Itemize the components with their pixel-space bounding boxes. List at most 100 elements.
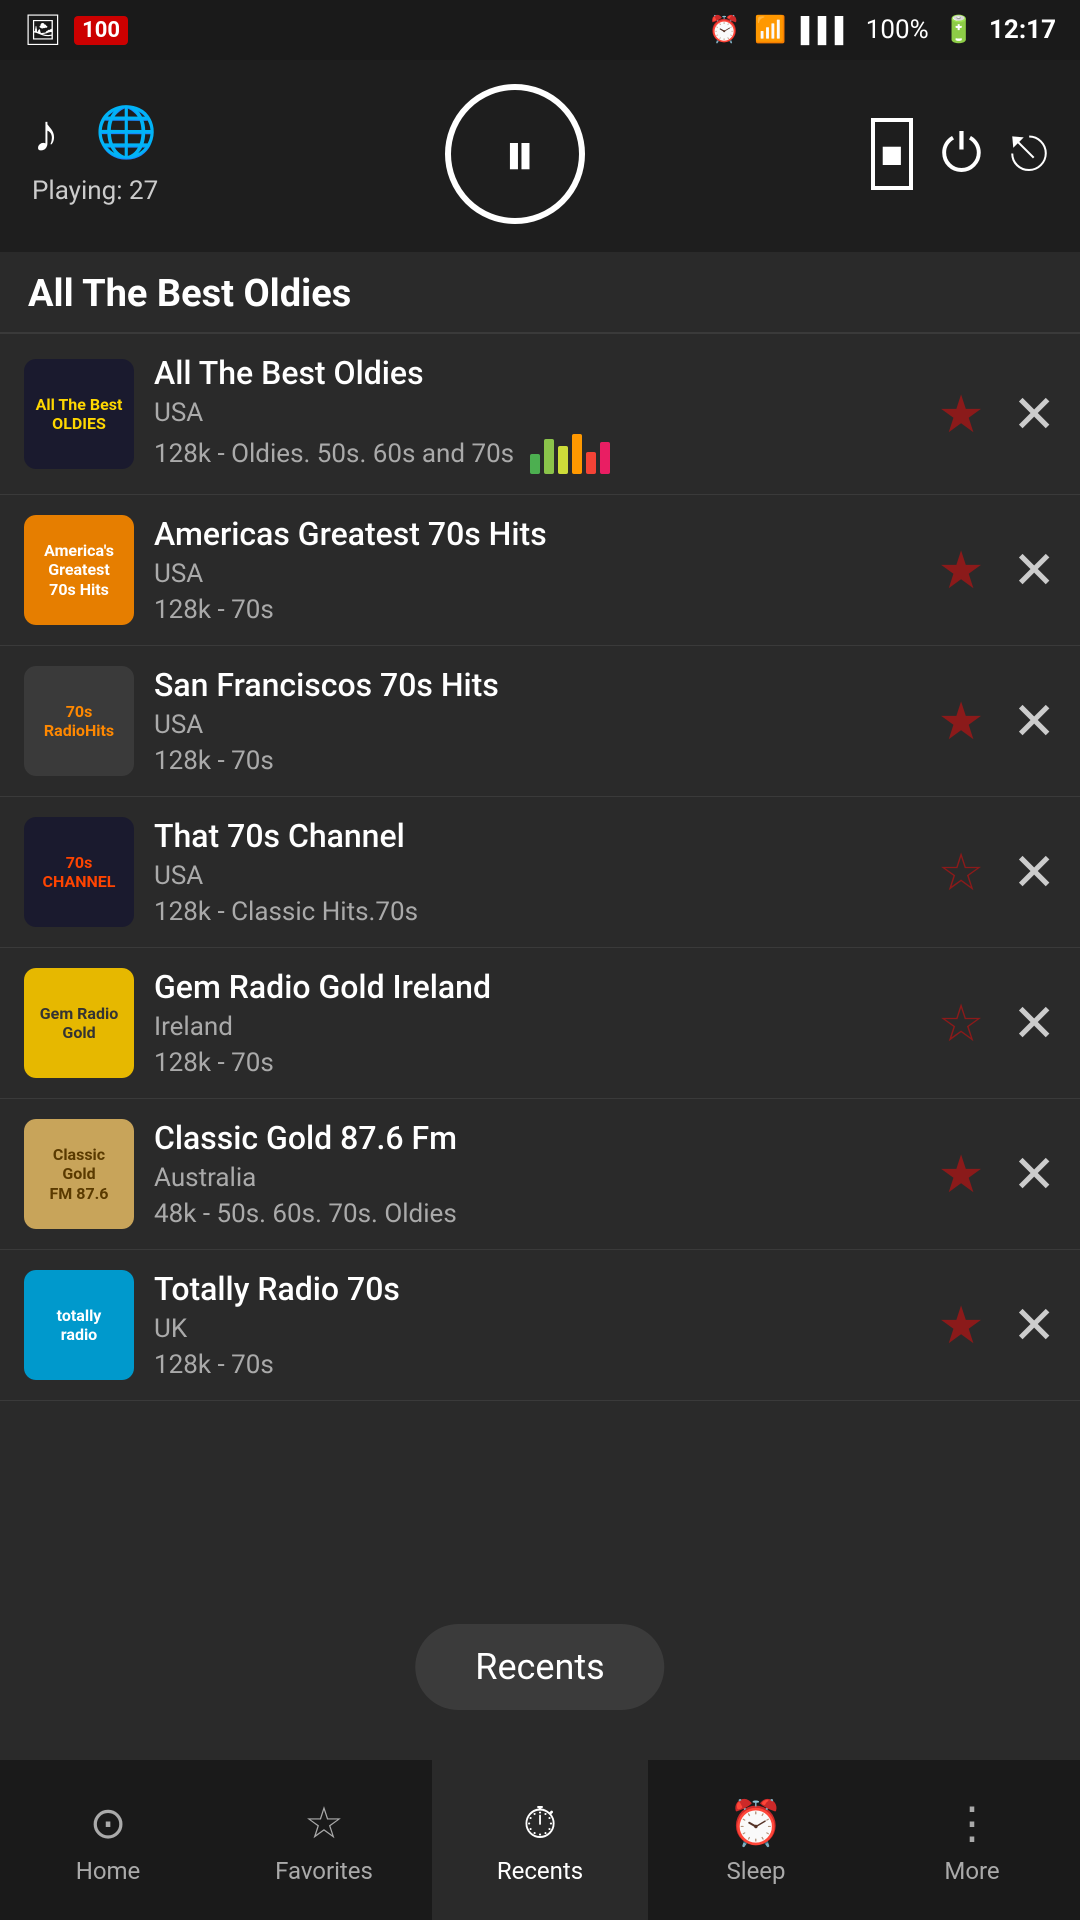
station-actions: ★ ✕ bbox=[938, 691, 1056, 752]
power-button[interactable]: ⏻ bbox=[941, 123, 982, 185]
player-left-icons: ♪ 🌐 bbox=[33, 103, 157, 164]
favorite-button[interactable]: ☆ bbox=[938, 842, 985, 903]
battery-icon: 🔋 bbox=[943, 15, 975, 45]
station-name: All The Best Oldies bbox=[154, 354, 906, 392]
station-logo: totallyradio bbox=[24, 1270, 134, 1380]
player-left: ♪ 🌐 Playing: 27 bbox=[32, 103, 158, 206]
station-bitrate: 128k - 70s bbox=[154, 595, 274, 625]
station-details-row: 128k - 70s bbox=[154, 1350, 906, 1380]
station-info: All The Best Oldies USA 128k - Oldies. 5… bbox=[154, 354, 906, 474]
signal-icon: ▌▌▌ bbox=[801, 16, 852, 45]
remove-button[interactable]: ✕ bbox=[1012, 1144, 1056, 1205]
pause-button[interactable]: ⏸ bbox=[445, 84, 585, 224]
station-logo: ClassicGoldFM 87.6 bbox=[24, 1119, 134, 1229]
section-title: All The Best Oldies bbox=[0, 252, 1080, 332]
favorite-button[interactable]: ★ bbox=[938, 540, 985, 601]
nav-item-sleep[interactable]: ⏰ Sleep bbox=[648, 1760, 864, 1920]
station-item[interactable]: America'sGreatest70s Hits Americas Great… bbox=[0, 495, 1080, 646]
station-bitrate: 128k - Classic Hits.70s bbox=[154, 897, 418, 927]
station-name: Classic Gold 87.6 Fm bbox=[154, 1119, 906, 1157]
favorite-button[interactable]: ☆ bbox=[938, 993, 985, 1054]
wifi-icon: 📶 bbox=[754, 15, 786, 45]
station-item[interactable]: Gem RadioGold Gem Radio Gold Ireland Ire… bbox=[0, 948, 1080, 1099]
app-icon: 100 bbox=[74, 16, 128, 45]
station-bitrate: 128k - 70s bbox=[154, 746, 274, 776]
nav-item-favorites[interactable]: ☆ Favorites bbox=[216, 1760, 432, 1920]
sleep-icon: ⏰ bbox=[729, 1797, 784, 1849]
station-list: All The BestOLDIES All The Best Oldies U… bbox=[0, 334, 1080, 1401]
favorite-button[interactable]: ★ bbox=[938, 384, 985, 445]
favorites-icon: ☆ bbox=[304, 1797, 343, 1849]
station-logo: 70sCHANNEL bbox=[24, 817, 134, 927]
station-info: San Franciscos 70s Hits USA 128k - 70s bbox=[154, 666, 906, 776]
equalizer bbox=[530, 434, 610, 474]
station-actions: ☆ ✕ bbox=[938, 842, 1056, 903]
station-info: Gem Radio Gold Ireland Ireland 128k - 70… bbox=[154, 968, 906, 1078]
station-bitrate: 128k - 70s bbox=[154, 1048, 274, 1078]
station-name: San Franciscos 70s Hits bbox=[154, 666, 906, 704]
more-icon: ⋮ bbox=[950, 1797, 994, 1849]
favorite-button[interactable]: ★ bbox=[938, 1144, 985, 1205]
nav-item-more[interactable]: ⋮ More bbox=[864, 1760, 1080, 1920]
status-right: ⏰ 📶 ▌▌▌ 100% 🔋 12:17 bbox=[708, 15, 1056, 45]
station-details-row: 128k - Classic Hits.70s bbox=[154, 897, 906, 927]
station-info: Americas Greatest 70s Hits USA 128k - 70… bbox=[154, 515, 906, 625]
favorite-button[interactable]: ★ bbox=[938, 691, 985, 752]
station-details-row: 48k - 50s. 60s. 70s. Oldies bbox=[154, 1199, 906, 1229]
remove-button[interactable]: ✕ bbox=[1012, 540, 1056, 601]
station-country: USA bbox=[154, 710, 906, 740]
station-details-row: 128k - Oldies. 50s. 60s and 70s bbox=[154, 434, 906, 474]
station-details-row: 128k - 70s bbox=[154, 1048, 906, 1078]
station-country: USA bbox=[154, 559, 906, 589]
station-bitrate: 128k - Oldies. 50s. 60s and 70s bbox=[154, 439, 514, 469]
alarm-icon: ⏰ bbox=[708, 15, 740, 45]
share-button[interactable]: ⎋ bbox=[1010, 125, 1048, 183]
station-country: UK bbox=[154, 1314, 906, 1344]
station-item[interactable]: 70sRadioHits San Franciscos 70s Hits USA… bbox=[0, 646, 1080, 797]
favorite-button[interactable]: ★ bbox=[938, 1295, 985, 1356]
pause-icon: ⏸ bbox=[504, 117, 530, 192]
station-details-row: 128k - 70s bbox=[154, 746, 906, 776]
remove-button[interactable]: ✕ bbox=[1012, 842, 1056, 903]
station-item[interactable]: ClassicGoldFM 87.6 Classic Gold 87.6 Fm … bbox=[0, 1099, 1080, 1250]
station-info: Classic Gold 87.6 Fm Australia 48k - 50s… bbox=[154, 1119, 906, 1229]
playing-label: Playing: 27 bbox=[32, 176, 158, 206]
station-info: That 70s Channel USA 128k - Classic Hits… bbox=[154, 817, 906, 927]
music-note-icon[interactable]: ♪ bbox=[33, 103, 59, 164]
station-bitrate: 48k - 50s. 60s. 70s. Oldies bbox=[154, 1199, 457, 1229]
battery-label: 100% bbox=[866, 15, 929, 45]
recents-tooltip: Recents bbox=[415, 1624, 664, 1710]
station-country: Ireland bbox=[154, 1012, 906, 1042]
station-name: Gem Radio Gold Ireland bbox=[154, 968, 906, 1006]
nav-item-recents[interactable]: ⏱ Recents bbox=[432, 1760, 648, 1920]
station-actions: ★ ✕ bbox=[938, 1295, 1056, 1356]
recents-icon: ⏱ bbox=[523, 1797, 557, 1849]
home-icon: ⊙ bbox=[90, 1797, 127, 1849]
remove-button[interactable]: ✕ bbox=[1012, 1295, 1056, 1356]
remove-button[interactable]: ✕ bbox=[1012, 384, 1056, 445]
nav-label-home: Home bbox=[76, 1857, 141, 1885]
remove-button[interactable]: ✕ bbox=[1012, 993, 1056, 1054]
station-info: Totally Radio 70s UK 128k - 70s bbox=[154, 1270, 906, 1380]
remove-button[interactable]: ✕ bbox=[1012, 691, 1056, 752]
player-controls-row: ♪ 🌐 Playing: 27 ⏸ ⏹ ⏻ ⎋ bbox=[32, 84, 1048, 224]
player-right: ⏹ ⏻ ⎋ bbox=[871, 118, 1048, 190]
nav-label-recents: Recents bbox=[497, 1857, 583, 1885]
station-details-row: 128k - 70s bbox=[154, 595, 906, 625]
station-logo: All The BestOLDIES bbox=[24, 359, 134, 469]
station-item[interactable]: 70sCHANNEL That 70s Channel USA 128k - C… bbox=[0, 797, 1080, 948]
station-item[interactable]: totallyradio Totally Radio 70s UK 128k -… bbox=[0, 1250, 1080, 1401]
nav-item-home[interactable]: ⊙ Home bbox=[0, 1760, 216, 1920]
station-actions: ★ ✕ bbox=[938, 384, 1056, 445]
station-country: USA bbox=[154, 398, 906, 428]
globe-icon[interactable]: 🌐 bbox=[95, 104, 157, 162]
stop-button[interactable]: ⏹ bbox=[871, 118, 913, 190]
station-item[interactable]: All The BestOLDIES All The Best Oldies U… bbox=[0, 334, 1080, 495]
station-actions: ☆ ✕ bbox=[938, 993, 1056, 1054]
station-name: That 70s Channel bbox=[154, 817, 906, 855]
bottom-nav: ⊙ Home ☆ Favorites ⏱ Recents ⏰ Sleep ⋮ M… bbox=[0, 1760, 1080, 1920]
status-bar: 🖼 100 ⏰ 📶 ▌▌▌ 100% 🔋 12:17 bbox=[0, 0, 1080, 60]
station-bitrate: 128k - 70s bbox=[154, 1350, 274, 1380]
station-name: Totally Radio 70s bbox=[154, 1270, 906, 1308]
status-left: 🖼 100 bbox=[24, 13, 128, 48]
